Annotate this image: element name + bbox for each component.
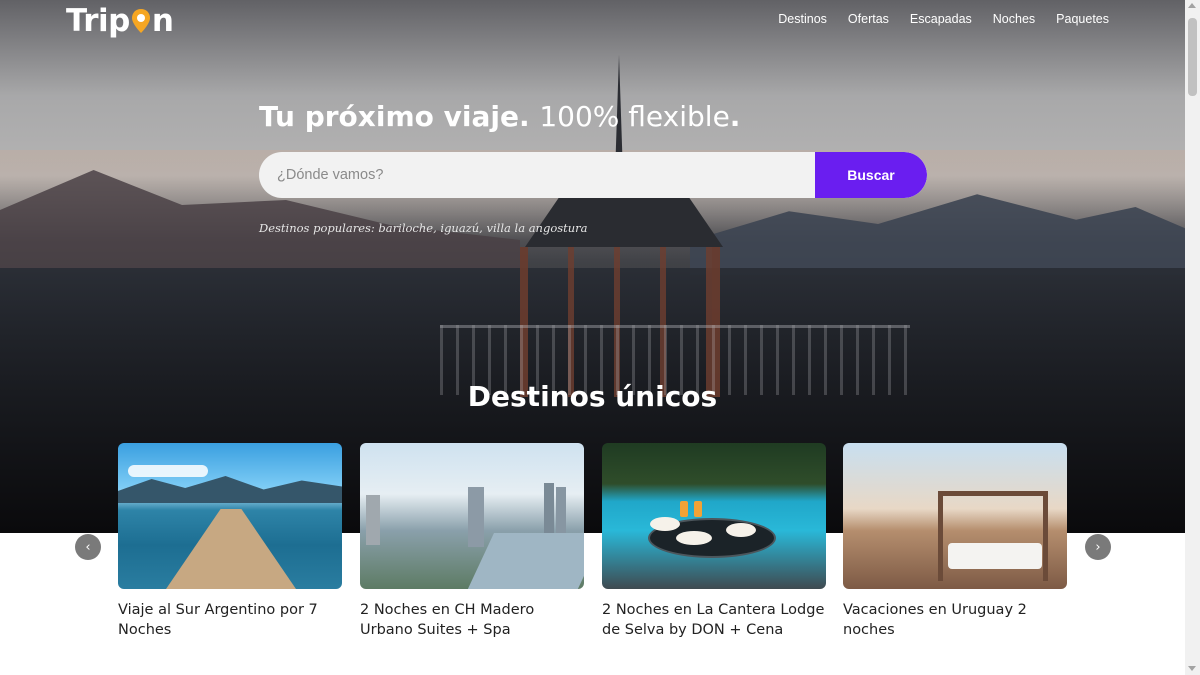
scrollbar-thumb[interactable] — [1188, 18, 1197, 96]
nav-item-escapadas[interactable]: Escapadas — [910, 12, 972, 26]
headline-strong: Tu próximo viaje. — [259, 100, 530, 133]
destination-card[interactable]: 2 Noches en La Cantera Lodge de Selva by… — [602, 443, 826, 640]
carousel-next-button[interactable]: › — [1085, 534, 1111, 560]
card-title[interactable]: Viaje al Sur Argentino por 7 Noches — [118, 600, 342, 640]
scroll-up-icon[interactable] — [1188, 3, 1196, 8]
terrace-daybed-image — [843, 443, 1067, 589]
lake-pier-image — [118, 443, 342, 589]
nav-item-destinos[interactable]: Destinos — [778, 12, 827, 26]
search-bar: Buscar — [259, 152, 927, 198]
search-button[interactable]: Buscar — [815, 152, 927, 198]
destination-card[interactable]: 2 Noches en CH Madero Urbano Suites + Sp… — [360, 443, 584, 640]
scroll-down-icon[interactable] — [1188, 666, 1196, 671]
chevron-left-icon: ‹ — [85, 539, 91, 555]
chevron-right-icon: › — [1095, 539, 1101, 555]
headline-light: 100% flexible — [539, 100, 730, 133]
page-scrollbar[interactable] — [1185, 0, 1200, 675]
location-pin-icon — [131, 9, 151, 33]
logo-text-end: n — [151, 3, 174, 39]
card-title[interactable]: 2 Noches en La Cantera Lodge de Selva by… — [602, 600, 826, 640]
destination-card[interactable]: Vacaciones en Uruguay 2 noches — [843, 443, 1067, 640]
card-title[interactable]: Vacaciones en Uruguay 2 noches — [843, 600, 1067, 640]
card-title[interactable]: 2 Noches en CH Madero Urbano Suites + Sp… — [360, 600, 584, 640]
hero-headline: Tu próximo viaje. 100% flexible. — [259, 100, 740, 133]
logo[interactable]: Trip n — [66, 2, 174, 40]
headline-period: . — [729, 100, 741, 133]
pool-breakfast-image — [602, 443, 826, 589]
destination-card[interactable]: Viaje al Sur Argentino por 7 Noches — [118, 443, 342, 640]
nav-item-noches[interactable]: Noches — [993, 12, 1035, 26]
main-nav: Destinos Ofertas Escapadas Noches Paquet… — [778, 12, 1109, 26]
carousel-prev-button[interactable]: ‹ — [75, 534, 101, 560]
search-input[interactable] — [259, 152, 815, 198]
city-skyline-image — [360, 443, 584, 589]
section-title: Destinos únicos — [467, 380, 718, 413]
nav-item-paquetes[interactable]: Paquetes — [1056, 12, 1109, 26]
nav-item-ofertas[interactable]: Ofertas — [848, 12, 889, 26]
logo-text-start: Trip — [66, 3, 130, 39]
popular-destinations: Destinos populares: bariloche, iguazú, v… — [259, 221, 588, 235]
